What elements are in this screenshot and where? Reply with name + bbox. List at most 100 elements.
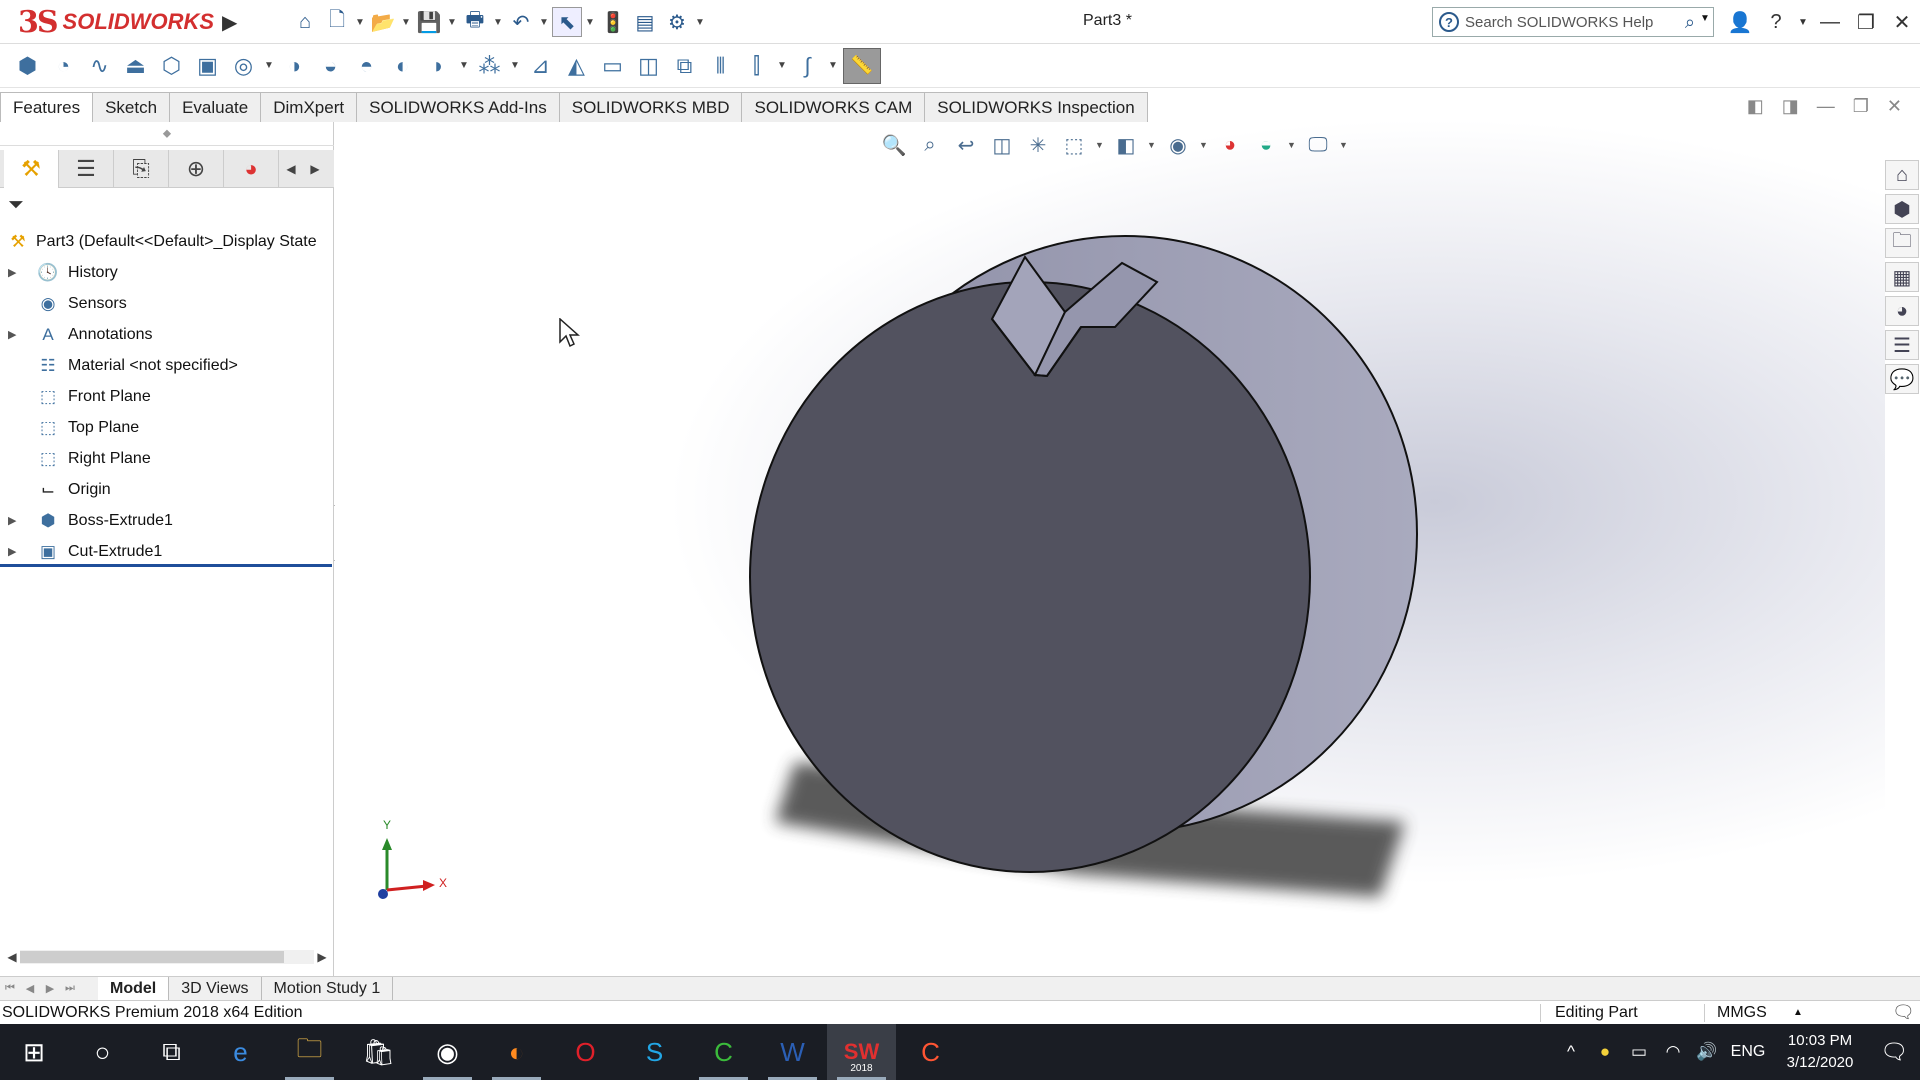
panel-split-handle[interactable]: ⬥ [0,122,334,146]
help-icon[interactable]: ? [1758,0,1794,44]
revolved-boss-icon[interactable]: ◔ [48,50,79,82]
tab-3d-views[interactable]: 3D Views [169,976,262,1001]
wrap-icon[interactable]: ◫ [633,50,664,82]
store-icon[interactable]: 🛍 [344,1024,413,1080]
lofted-cut-icon[interactable]: ◓ [351,50,382,82]
pattern-dropdown-icon[interactable]: ▼ [510,60,520,71]
windows-start-icon[interactable]: ⊞ [0,1024,68,1080]
unit-system-arrow-icon[interactable]: ▲ [1793,1007,1803,1018]
prev-tab-icon[interactable]: ◀ [20,982,40,995]
tree-item-right-plane[interactable]: ⬚ Right Plane [0,443,334,474]
extruded-cut-icon[interactable]: ▣ [192,50,223,82]
cortana-icon[interactable]: ○ [68,1024,137,1080]
undo-icon[interactable]: ↶ [506,7,536,37]
solidworks-resources-icon[interactable]: ⌂ [1885,160,1919,190]
forum-icon[interactable]: 💬 [1885,364,1919,394]
battery-icon[interactable]: ▭ [1622,1042,1656,1062]
tab-motion-study-1[interactable]: Motion Study 1 [262,976,394,1001]
tabs-scroll-left-icon[interactable]: ◀ [279,162,303,176]
help-dropdown-icon[interactable]: ▼ [1794,0,1812,44]
rollback-bar[interactable] [0,564,332,567]
undo-dropdown-icon[interactable]: ▼ [538,17,550,28]
expand-arrow-icon[interactable]: ▶ [8,328,22,341]
filter-icon[interactable]: ⏷ [8,194,24,217]
print-icon[interactable]: 🖶 [460,7,490,37]
boundary-boss-icon[interactable]: ⬡ [156,50,187,82]
taskbar-clock[interactable]: 10:03 PM 3/12/2020 [1772,1030,1868,1074]
new-dropdown-icon[interactable]: ▼ [354,17,366,28]
appearances-icon[interactable]: ◕ [1885,296,1919,326]
rib-icon[interactable]: ⊿ [525,50,556,82]
featuremanager-tree-icon[interactable]: ⚒ [4,149,59,188]
tab-dimxpert[interactable]: DimXpert [260,92,358,122]
solidworks-taskbar-icon[interactable]: SW 2018 [827,1024,896,1080]
expand-arrow-icon[interactable]: ▶ [8,514,22,527]
file-properties-icon[interactable]: ▤ [630,7,660,37]
swept-boss-icon[interactable]: ∿ [84,50,115,82]
action-center-icon[interactable]: 🗨 [1868,1039,1920,1065]
open-icon[interactable]: 📂 [368,7,398,37]
tab-inspection[interactable]: SOLIDWORKS Inspection [924,92,1148,122]
wifi-icon[interactable]: ◠ [1656,1042,1690,1062]
search-icon[interactable]: ⌕ [1685,12,1695,33]
next-tab-icon[interactable]: ▶ [40,982,60,995]
edge-icon[interactable]: e [206,1024,275,1080]
firefox-icon[interactable]: ◐ [482,1024,551,1080]
scroll-left-icon[interactable]: ◀ [4,950,20,964]
camtasia-icon[interactable]: C [689,1024,758,1080]
word-icon[interactable]: W [758,1024,827,1080]
options-gear-icon[interactable]: ⚙ [662,7,692,37]
close-icon[interactable]: ✕ [1884,0,1920,44]
rebuild-icon[interactable]: 🚦 [598,7,628,37]
print-dropdown-icon[interactable]: ▼ [492,17,504,28]
solidworks-logo[interactable]: 3S SOLIDWORKS [18,4,236,40]
curves-dropdown-icon[interactable]: ▼ [828,60,838,71]
tab-features[interactable]: Features [0,92,94,122]
fillet-dropdown-icon[interactable]: ▼ [459,60,469,71]
panel-right-icon[interactable]: ◨ [1782,96,1799,117]
tabs-scroll-right-icon[interactable]: ▶ [303,162,327,176]
task-view-icon[interactable]: ⧉ [137,1024,206,1080]
minimize-icon[interactable]: — [1812,0,1848,44]
reference-dropdown-icon[interactable]: ▼ [777,60,787,71]
tab-mbd[interactable]: SOLIDWORKS MBD [558,92,743,122]
curves-icon[interactable]: ∫ [792,50,823,82]
scroll-thumb[interactable] [20,951,284,963]
part-model[interactable] [335,122,1885,976]
first-tab-icon[interactable]: ⏮ [0,982,20,995]
scroll-right-icon[interactable]: ▶ [314,950,330,964]
mirror-icon[interactable]: ⫴ [705,50,736,82]
extruded-boss-icon[interactable]: ⬢ [12,50,43,82]
draft-icon[interactable]: ◭ [561,50,592,82]
linear-pattern-icon[interactable]: ⁂ [474,50,505,82]
view-palette-icon[interactable]: ▦ [1885,262,1919,292]
tree-item-history[interactable]: ▶ 🕓 History [0,257,334,288]
doc-minimize-icon[interactable]: — [1817,96,1835,117]
opera-icon[interactable]: O [551,1024,620,1080]
select-pointer-icon[interactable]: ⬉ [552,7,582,37]
tree-item-origin[interactable]: ⌙ Origin [0,474,334,505]
unit-system-selector[interactable]: MMGS [1704,1003,1767,1022]
tree-horizontal-scrollbar[interactable]: ◀ ▶ [4,948,330,966]
configurationmanager-icon[interactable]: ⎘ [114,149,169,188]
tab-addins[interactable]: SOLIDWORKS Add-Ins [356,92,560,122]
expand-arrow-icon[interactable]: ▶ [8,545,22,558]
home-icon[interactable]: ⌂ [290,7,320,37]
hole-wizard-icon[interactable]: ◎ [228,50,259,82]
fillet-icon[interactable]: ◗ [423,50,454,82]
chrome-icon[interactable]: ◉ [413,1024,482,1080]
open-dropdown-icon[interactable]: ▼ [400,17,412,28]
boundary-cut-icon[interactable]: ◐ [387,50,418,82]
tab-sketch[interactable]: Sketch [92,92,171,122]
camtasia-recorder-icon[interactable]: C [896,1024,965,1080]
user-account-icon[interactable]: 👤 [1722,0,1758,44]
reference-geometry-icon[interactable]: ⫿ [741,50,772,82]
search-dropdown-icon[interactable]: ▼ [1700,13,1710,24]
shell-icon[interactable]: ▭ [597,50,628,82]
last-tab-icon[interactable]: ⏭ [60,982,80,995]
language-indicator[interactable]: ENG [1724,1043,1772,1061]
doc-restore-icon[interactable]: ❐ [1853,96,1869,117]
tree-item-material[interactable]: ☷ Material <not specified> [0,350,334,381]
tree-item-cut-extrude1[interactable]: ▶ ▣ Cut-Extrude1 [0,536,334,567]
tree-item-sensors[interactable]: ◉ Sensors [0,288,334,319]
